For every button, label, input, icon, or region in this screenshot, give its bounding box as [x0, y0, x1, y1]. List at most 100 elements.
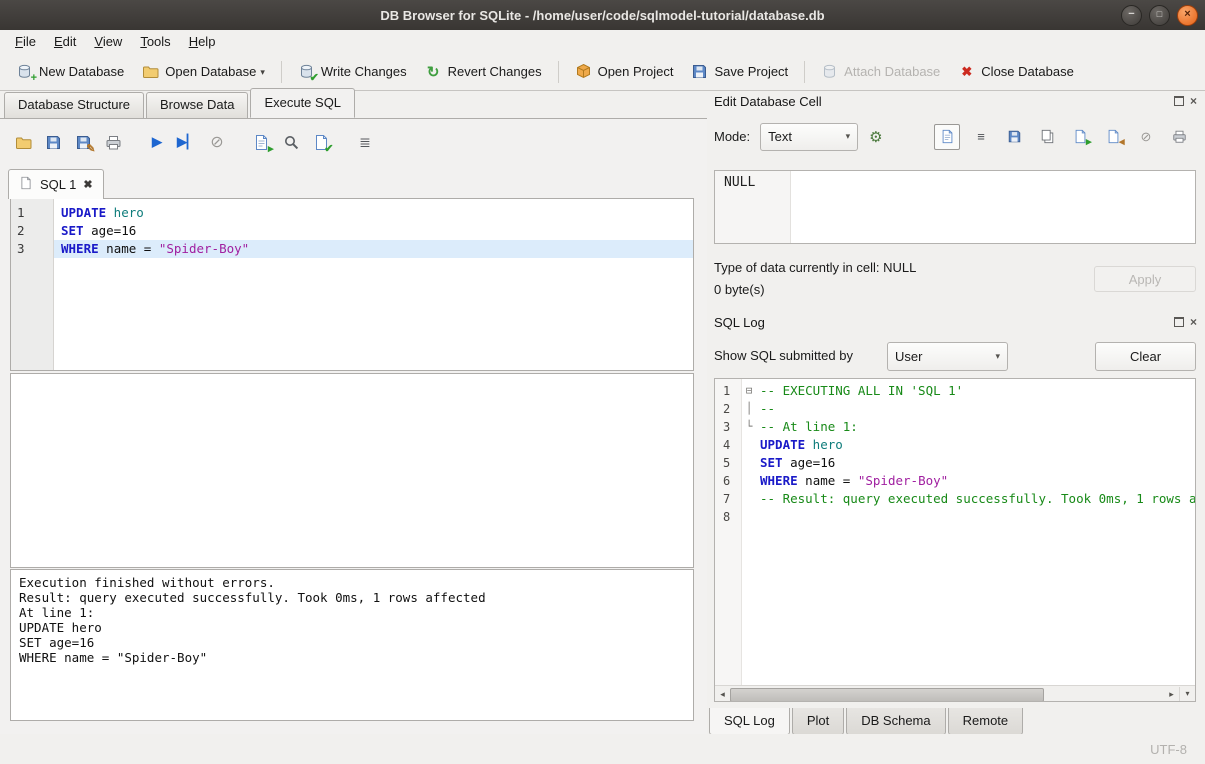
- menu-view[interactable]: View: [85, 32, 131, 51]
- close-database-icon: ✖: [958, 64, 975, 80]
- save-results-button[interactable]: ▸: [248, 129, 274, 155]
- dock-tab-remote[interactable]: Remote: [948, 708, 1024, 735]
- status-bar: UTF-8: [0, 734, 1205, 764]
- import-settings-button[interactable]: ⚙: [869, 128, 882, 146]
- open-project-button[interactable]: Open Project: [567, 58, 682, 85]
- execution-output-pane[interactable]: Execution finished without errors. Resul…: [10, 569, 694, 721]
- check-icon: ✔: [310, 73, 319, 84]
- new-database-label: New Database: [39, 64, 124, 79]
- menu-tools[interactable]: Tools: [131, 32, 179, 51]
- code-line-current: WHERE name = "Spider-Boy": [54, 240, 693, 258]
- open-sql-file-button[interactable]: [10, 129, 36, 155]
- close-database-button[interactable]: ✖ Close Database: [950, 59, 1082, 85]
- save-cell-button[interactable]: [1002, 125, 1026, 149]
- pencil-icon: ✎: [86, 144, 95, 155]
- new-database-button[interactable]: + New Database: [8, 58, 132, 85]
- execute-all-button[interactable]: ▶: [144, 129, 170, 155]
- fold-margin[interactable]: ⊟ │ └: [742, 379, 756, 701]
- line-number-gutter: 1 2 3: [11, 199, 54, 370]
- stop-button[interactable]: ⊘: [204, 129, 230, 155]
- null-icon: ⊘: [1141, 129, 1152, 145]
- close-dock-icon[interactable]: ×: [1190, 96, 1197, 106]
- menu-edit[interactable]: Edit: [45, 32, 85, 51]
- menu-bar: File Edit View Tools Help: [0, 30, 1205, 53]
- print-cell-button[interactable]: [1167, 125, 1191, 149]
- sql1-tab-close-icon[interactable]: ✖: [83, 178, 92, 191]
- sql1-tab-label: SQL 1: [40, 177, 76, 192]
- tab-browse-data[interactable]: Browse Data: [146, 92, 248, 118]
- cell-value-editor[interactable]: NULL: [714, 170, 1196, 244]
- fold-marker-icon[interactable]: ⊟: [742, 382, 756, 400]
- scroll-right-icon[interactable]: ▸: [1164, 687, 1179, 701]
- sql-editor[interactable]: 1 2 3 UPDATE hero SET age=16 WHERE name …: [10, 198, 694, 371]
- scroll-left-icon[interactable]: ◂: [715, 687, 730, 701]
- sql-log-filter-select[interactable]: User ▾: [887, 342, 1008, 371]
- sql-file-icon: [19, 176, 33, 193]
- minimize-button[interactable]: −: [1121, 5, 1142, 26]
- log-line: --: [756, 400, 1195, 418]
- write-changes-button[interactable]: ✔ Write Changes: [290, 58, 415, 85]
- save-project-button[interactable]: Save Project: [683, 58, 796, 85]
- close-window-button[interactable]: ×: [1177, 5, 1198, 26]
- new-database-icon: +: [16, 63, 33, 80]
- float-dock-icon[interactable]: [1174, 317, 1184, 327]
- float-dock-icon[interactable]: [1174, 96, 1184, 106]
- tab-database-structure[interactable]: Database Structure: [4, 92, 144, 118]
- line-number: 3: [11, 240, 53, 258]
- encoding-indicator: UTF-8: [1150, 742, 1187, 757]
- sql-code-area: UPDATE hero SET age=16 WHERE name = "Spi…: [54, 199, 693, 370]
- save-sql-file-button[interactable]: [40, 129, 66, 155]
- maximize-button[interactable]: □: [1149, 5, 1170, 26]
- log-line: WHERE name = "Spider-Boy": [756, 472, 1195, 490]
- print-button[interactable]: [100, 129, 126, 155]
- scroll-down-icon[interactable]: ▾: [1179, 687, 1195, 701]
- sql1-tab[interactable]: SQL 1 ✖: [8, 169, 104, 199]
- sql-log-view[interactable]: 1 2 3 4 5 6 7 8 ⊟ │ └: [714, 378, 1196, 702]
- code-line: UPDATE hero: [54, 204, 693, 222]
- apply-button[interactable]: Apply: [1094, 266, 1196, 292]
- save-sql-file-as-button[interactable]: ✎: [70, 129, 96, 155]
- find-button[interactable]: [278, 129, 304, 155]
- sql-file-tab-bar: SQL 1 ✖: [8, 169, 104, 199]
- menu-file[interactable]: File: [6, 32, 45, 51]
- scrollbar-thumb[interactable]: [730, 688, 1044, 702]
- dock-tab-db-schema[interactable]: DB Schema: [846, 708, 945, 735]
- toolbar-separator: [558, 61, 559, 83]
- execution-output-text: Execution finished without errors. Resul…: [11, 570, 693, 670]
- dock-tab-plot[interactable]: Plot: [792, 708, 844, 735]
- tab-execute-sql[interactable]: Execute SQL: [250, 88, 355, 118]
- format-sql-button[interactable]: ≣: [352, 129, 378, 155]
- mode-select[interactable]: Text ▾: [760, 123, 858, 151]
- text-document-button[interactable]: [934, 124, 960, 150]
- results-grid[interactable]: [10, 373, 694, 568]
- log-horizontal-scrollbar[interactable]: ◂ ▸ ▾: [715, 685, 1195, 701]
- copy-cell-button[interactable]: [1035, 125, 1059, 149]
- main-tab-bar: Database Structure Browse Data Execute S…: [0, 90, 707, 118]
- close-dock-icon[interactable]: ×: [1190, 317, 1197, 327]
- save-project-icon: [691, 63, 708, 80]
- export-arrow-icon: ▸: [1086, 137, 1092, 148]
- attach-database-button[interactable]: Attach Database: [813, 58, 948, 85]
- clear-log-button[interactable]: Clear: [1095, 342, 1196, 371]
- replace-button[interactable]: ✔: [308, 129, 334, 155]
- scrollbar-track[interactable]: [730, 687, 1164, 701]
- set-null-button[interactable]: ⊘: [1134, 125, 1158, 149]
- align-icon: ≡: [977, 129, 985, 144]
- open-database-icon: [142, 63, 159, 80]
- dock-tab-sql-log[interactable]: SQL Log: [709, 708, 790, 735]
- cell-editor-toolbar: ≡ ▸ ◂ ⊘: [934, 124, 1191, 150]
- main-toolbar: + New Database Open Database ▾ ✔ Write C…: [0, 53, 1205, 91]
- execute-current-line-button[interactable]: ▶▏: [174, 129, 200, 155]
- log-line: -- At line 1:: [756, 418, 1195, 436]
- import-cell-button[interactable]: ◂: [1101, 125, 1125, 149]
- open-database-dropdown-icon[interactable]: ▾: [260, 67, 265, 78]
- revert-changes-button[interactable]: ↻ Revert Changes: [417, 58, 550, 86]
- log-line: [756, 508, 1195, 526]
- menu-help[interactable]: Help: [180, 32, 225, 51]
- combo-arrow-icon: ▾: [846, 131, 851, 142]
- open-database-button[interactable]: Open Database ▾: [134, 58, 273, 85]
- export-cell-button[interactable]: ▸: [1068, 125, 1092, 149]
- write-changes-icon: ✔: [298, 63, 315, 80]
- open-database-label: Open Database: [165, 64, 256, 79]
- word-wrap-button[interactable]: ≡: [969, 125, 993, 149]
